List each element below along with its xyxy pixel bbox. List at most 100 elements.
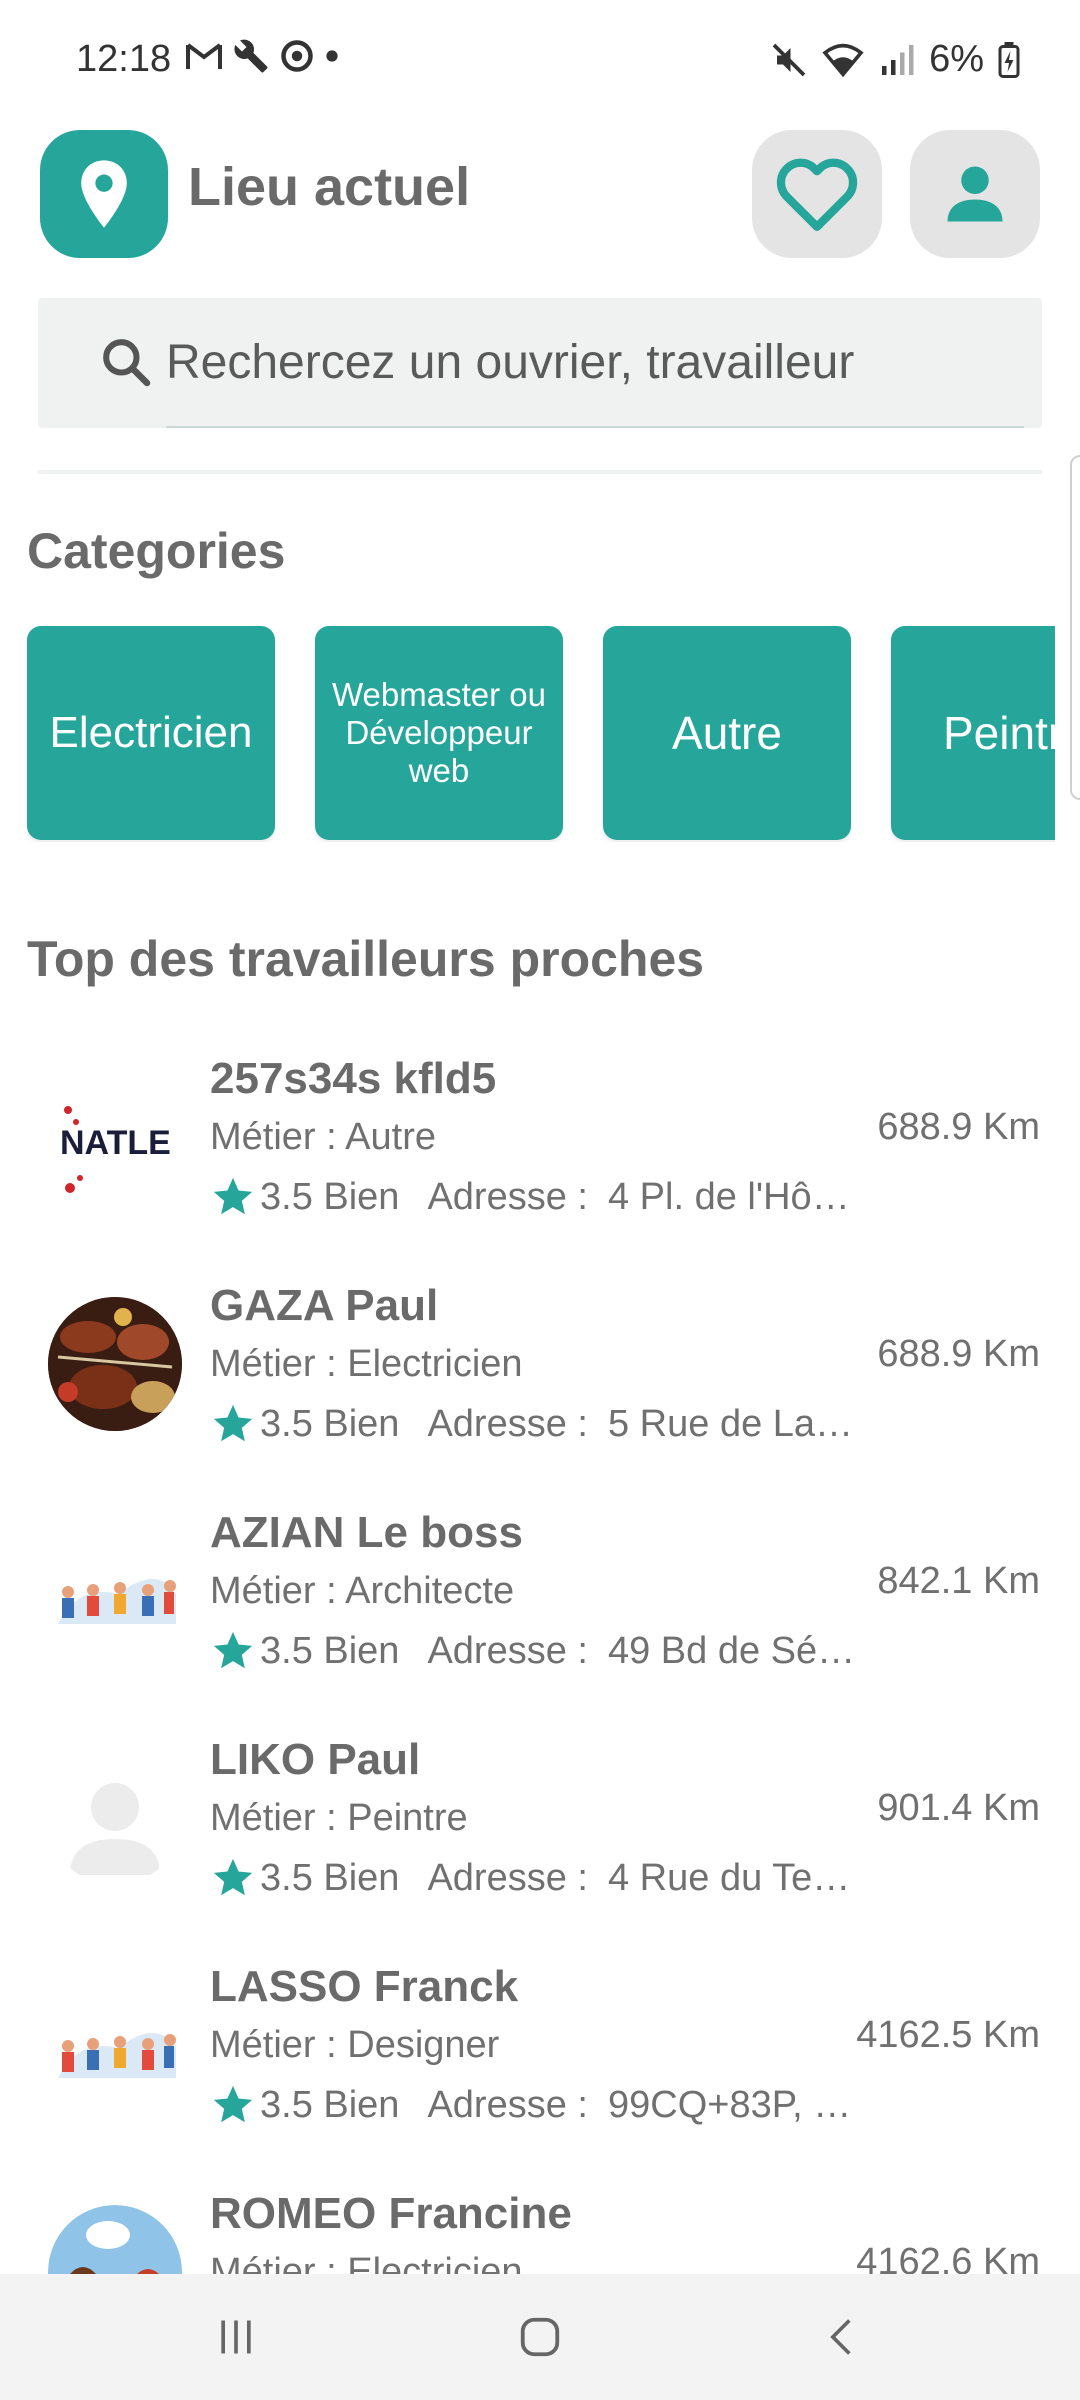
- scroll-indicator[interactable]: [1070, 455, 1080, 800]
- worker-avatar-default: [48, 1751, 182, 1885]
- back-button[interactable]: [802, 2304, 882, 2370]
- worker-distance: 688.9 Km: [877, 1333, 1040, 1375]
- category-label: Autre: [672, 706, 782, 759]
- heart-icon: [776, 158, 858, 231]
- battery-charging-icon: [998, 41, 1020, 78]
- worker-job: Métier : Autre: [210, 1116, 436, 1158]
- worker-address: 4 Rue du Temple: [607, 1856, 858, 1899]
- worker-name: 257s34s kfld5: [210, 1054, 497, 1103]
- address-label: Adresse :: [427, 2083, 588, 2126]
- address-label: Adresse :: [427, 1175, 588, 1218]
- sync-circle-icon: [281, 40, 313, 72]
- worker-rating-row: 3.5 Bien Adresse : 4 Rue du Temple: [210, 1855, 858, 1901]
- category-peintre[interactable]: Peintre: [891, 626, 1055, 840]
- worker-name: GAZA Paul: [210, 1281, 439, 1330]
- recent-apps-icon: [221, 2320, 251, 2354]
- worker-avatar-illustration: [48, 2205, 182, 2274]
- worker-job: Métier : Electricien: [210, 2251, 523, 2274]
- status-bar: 12:18 6%: [0, 0, 1080, 120]
- back-icon: [830, 2319, 851, 2355]
- worker-distance: 4162.6 Km: [856, 2241, 1040, 2274]
- worker-item[interactable]: LASSO Franck Métier : Designer 3.5 Bien …: [0, 1938, 1080, 2160]
- mute-icon: [772, 43, 806, 76]
- star-icon: [213, 1404, 253, 1442]
- wifi-icon: [822, 43, 864, 77]
- worker-item[interactable]: NATLE 257s34s kfld5 Métier : Autre 3.5 B…: [0, 1030, 1080, 1252]
- category-electricien[interactable]: Electricien: [27, 626, 275, 840]
- category-label: Peintre: [943, 706, 1055, 759]
- gmail-icon: [186, 43, 222, 69]
- header: Lieu actuel: [0, 128, 1080, 260]
- worker-rating-row: 3.5 Bien Adresse : 4 Pl. de l'Hôtel de V…: [210, 1174, 858, 1220]
- worker-job: Métier : Peintre: [210, 1797, 468, 1839]
- worker-address: 4 Pl. de l'Hôtel de Ville: [607, 1175, 858, 1218]
- person-icon: [947, 166, 1003, 222]
- worker-distance: 4162.5 Km: [856, 2014, 1040, 2056]
- status-notification-icons: [185, 38, 339, 74]
- worker-job: Métier : Architecte: [210, 1570, 515, 1612]
- worker-item[interactable]: GAZA Paul Métier : Electricien 3.5 Bien …: [0, 1257, 1080, 1479]
- status-system-icons: 6%: [771, 38, 1020, 81]
- worker-rating: 3.5 Bien: [260, 1402, 400, 1445]
- star-icon: [213, 1631, 253, 1669]
- worker-job: Métier : Electricien: [210, 1343, 523, 1385]
- worker-name: LASSO Franck: [210, 1962, 519, 2011]
- worker-avatar-photo: [48, 1297, 182, 1431]
- worker-job: Métier : Designer: [210, 2024, 500, 2066]
- default-person-icon: [70, 1783, 160, 1875]
- address-label: Adresse :: [427, 1629, 588, 1672]
- star-icon: [213, 1177, 253, 1215]
- worker-item[interactable]: LIKO Paul Métier : Peintre 3.5 Bien Adre…: [0, 1711, 1080, 1933]
- worker-name: LIKO Paul: [210, 1735, 421, 1784]
- logo-text: NATLE: [60, 1124, 171, 1162]
- worker-item[interactable]: AZIAN Le boss Métier : Architecte 3.5 Bi…: [0, 1484, 1080, 1706]
- worker-avatar-illustration: [48, 1524, 182, 1658]
- worker-rating-row: 3.5 Bien Adresse : 5 Rue de La Paix: [210, 1401, 858, 1447]
- category-webmaster[interactable]: Webmaster ou Développeur web: [315, 626, 563, 840]
- worker-rating: 3.5 Bien: [260, 1629, 400, 1672]
- system-nav-bar: [0, 2274, 1080, 2400]
- home-button[interactable]: [500, 2304, 580, 2370]
- worker-distance: 842.1 Km: [877, 1560, 1040, 1602]
- home-icon: [520, 2317, 560, 2357]
- categories-title: Categories: [27, 523, 286, 579]
- worker-rating: 3.5 Bien: [260, 2083, 400, 2126]
- profile-button[interactable]: [910, 130, 1040, 258]
- worker-name: AZIAN Le boss: [210, 1508, 523, 1557]
- favorites-button[interactable]: [752, 130, 882, 258]
- search-underline: [166, 426, 1024, 428]
- categories-list[interactable]: Electricien Webmaster ou Développeur web…: [27, 626, 1055, 842]
- signal-icon: [882, 44, 914, 75]
- worker-name: ROMEO Francine: [210, 2189, 572, 2238]
- star-icon: [213, 1858, 253, 1896]
- location-button[interactable]: [40, 130, 168, 258]
- category-label: Electricien: [49, 707, 253, 757]
- address-label: Adresse :: [427, 1856, 588, 1899]
- category-autre[interactable]: Autre: [603, 626, 851, 840]
- search-icon: [103, 339, 151, 387]
- recent-apps-button[interactable]: [196, 2304, 276, 2370]
- category-label: Webmaster ou Développeur web: [332, 676, 546, 789]
- worker-avatar-illustration: [48, 1978, 182, 2112]
- worker-rating: 3.5 Bien: [260, 1856, 400, 1899]
- search-input[interactable]: [166, 322, 1016, 402]
- dot-icon: [326, 50, 338, 62]
- worker-avatar-logo: NATLE: [48, 1070, 182, 1204]
- status-time: 12:18: [76, 38, 172, 80]
- battery-level: 6%: [929, 38, 984, 80]
- worker-address: 99CQ+83P, Paris: [607, 2083, 858, 2126]
- worker-item[interactable]: ROMEO Francine Métier : Electricien 4162…: [0, 2165, 1080, 2274]
- wrench-icon: [234, 39, 268, 73]
- page-title: Lieu actuel: [188, 157, 471, 217]
- worker-rating: 3.5 Bien: [260, 1175, 400, 1218]
- top-workers-title: Top des travailleurs proches: [27, 931, 705, 987]
- worker-rating-row: 3.5 Bien Adresse : 49 Bd de Sébastopol: [210, 1628, 858, 1674]
- location-pin-icon: [81, 160, 127, 228]
- worker-distance: 688.9 Km: [877, 1106, 1040, 1148]
- worker-address: 5 Rue de La Paix: [607, 1402, 858, 1445]
- address-label: Adresse :: [427, 1402, 588, 1445]
- divider: [38, 470, 1042, 474]
- search-box: [38, 298, 1042, 428]
- worker-rating-row: 3.5 Bien Adresse : 99CQ+83P, Paris: [210, 2082, 858, 2128]
- worker-address: 49 Bd de Sébastopol: [607, 1629, 858, 1672]
